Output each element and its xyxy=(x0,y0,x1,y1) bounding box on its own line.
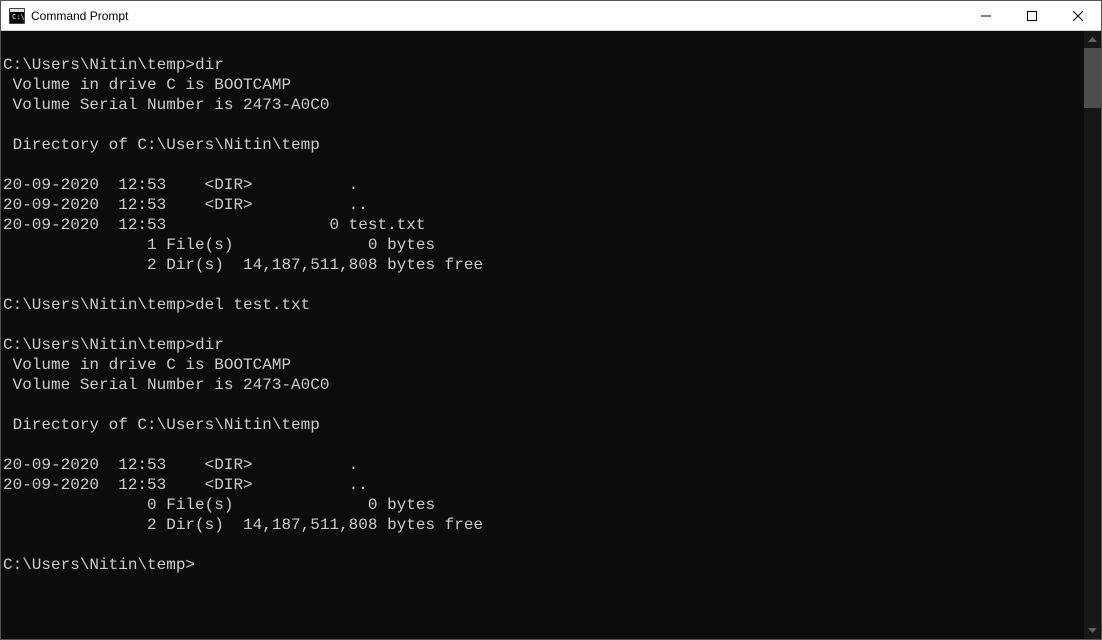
terminal-line: 20-09-2020 12:53 0 test.txt xyxy=(3,215,1082,235)
terminal-line xyxy=(3,115,1082,135)
scrollbar-down-arrow[interactable] xyxy=(1084,622,1101,639)
terminal-line: Volume in drive C is BOOTCAMP xyxy=(3,75,1082,95)
terminal-line: Volume in drive C is BOOTCAMP xyxy=(3,355,1082,375)
terminal-line: 0 File(s) 0 bytes xyxy=(3,495,1082,515)
svg-text:C:\: C:\ xyxy=(12,13,25,21)
app-icon: C:\ xyxy=(9,8,25,24)
terminal-line xyxy=(3,155,1082,175)
terminal-line: 2 Dir(s) 14,187,511,808 bytes free xyxy=(3,255,1082,275)
terminal-line xyxy=(3,275,1082,295)
terminal-line: 20-09-2020 12:53 <DIR> . xyxy=(3,455,1082,475)
maximize-button[interactable] xyxy=(1009,1,1055,31)
terminal-line: C:\Users\Nitin\temp>dir xyxy=(3,55,1082,75)
terminal-line xyxy=(3,35,1082,55)
scrollbar[interactable] xyxy=(1084,31,1101,639)
terminal-line: C:\Users\Nitin\temp> xyxy=(3,555,1082,575)
terminal-line: 20-09-2020 12:53 <DIR> . xyxy=(3,175,1082,195)
close-button[interactable] xyxy=(1055,1,1101,31)
terminal-container: C:\Users\Nitin\temp>dir Volume in drive … xyxy=(1,31,1101,639)
scrollbar-up-arrow[interactable] xyxy=(1084,31,1101,48)
terminal-line: 2 Dir(s) 14,187,511,808 bytes free xyxy=(3,515,1082,535)
terminal-line xyxy=(3,395,1082,415)
terminal-line: Directory of C:\Users\Nitin\temp xyxy=(3,415,1082,435)
terminal-output[interactable]: C:\Users\Nitin\temp>dir Volume in drive … xyxy=(1,31,1084,639)
terminal-line: Volume Serial Number is 2473-A0C0 xyxy=(3,95,1082,115)
terminal-line: 20-09-2020 12:53 <DIR> .. xyxy=(3,475,1082,495)
window-controls xyxy=(963,1,1101,30)
terminal-line: C:\Users\Nitin\temp>del test.txt xyxy=(3,295,1082,315)
scrollbar-thumb[interactable] xyxy=(1084,48,1101,108)
terminal-line: Volume Serial Number is 2473-A0C0 xyxy=(3,375,1082,395)
window-title: Command Prompt xyxy=(31,9,963,23)
terminal-line: 1 File(s) 0 bytes xyxy=(3,235,1082,255)
minimize-button[interactable] xyxy=(963,1,1009,31)
terminal-line xyxy=(3,535,1082,555)
terminal-line xyxy=(3,315,1082,335)
titlebar[interactable]: C:\ Command Prompt xyxy=(1,1,1101,31)
terminal-line: Directory of C:\Users\Nitin\temp xyxy=(3,135,1082,155)
terminal-line: C:\Users\Nitin\temp>dir xyxy=(3,335,1082,355)
terminal-line: 20-09-2020 12:53 <DIR> .. xyxy=(3,195,1082,215)
terminal-line xyxy=(3,435,1082,455)
